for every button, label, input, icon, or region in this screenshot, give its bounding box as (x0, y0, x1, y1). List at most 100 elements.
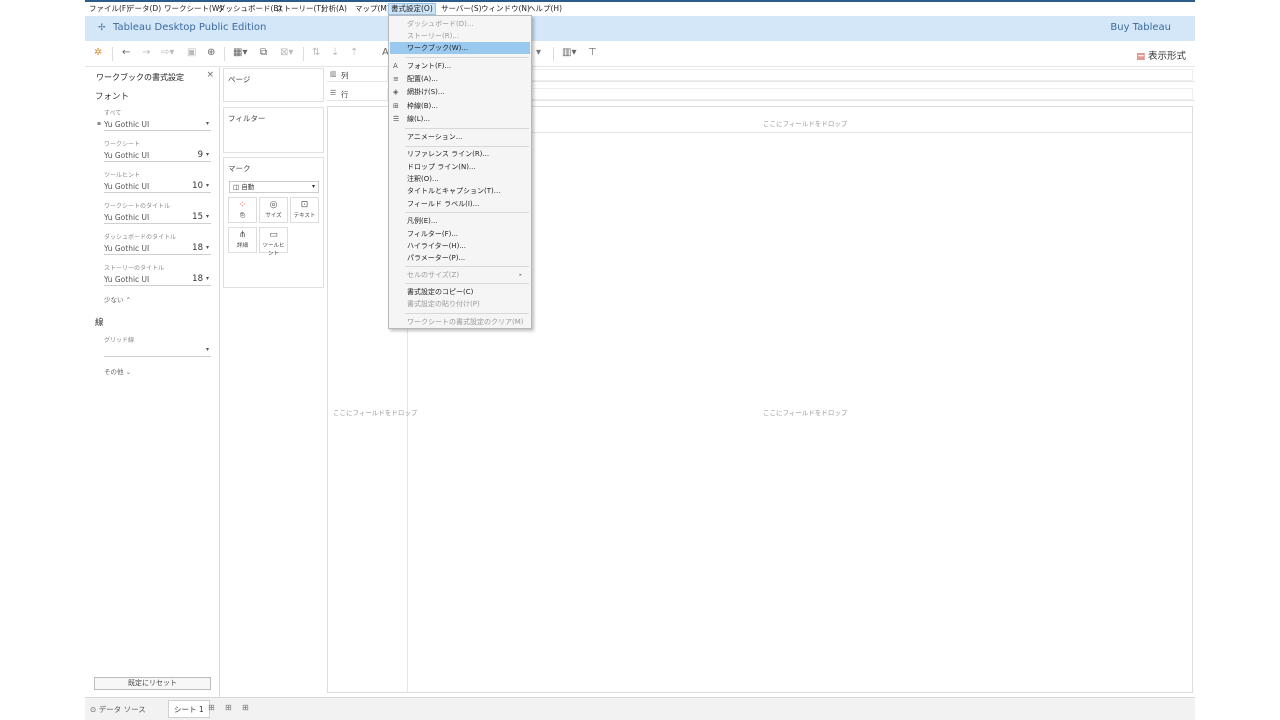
alignment-icon: ≡ (393, 75, 399, 83)
font-section-title: フォント (95, 92, 130, 102)
buy-tableau-link[interactable]: Buy Tableau (1110, 22, 1171, 33)
menu-item-parameters[interactable]: パラメーター(P)... (390, 252, 530, 264)
font-size-select[interactable]: 18 (192, 274, 203, 284)
font-family-select[interactable]: Yu Gothic UI (104, 213, 149, 222)
menu-data[interactable]: データ(D) (125, 3, 163, 15)
menu-server[interactable]: サーバー(S) (439, 3, 484, 15)
marks-card-title: マーク (228, 164, 251, 173)
font-size-select[interactable]: 18 (192, 243, 203, 253)
data-source-tab[interactable]: ⊙ データ ソース (90, 704, 146, 715)
presentation-mode-icon[interactable]: ⊤ (588, 47, 597, 58)
font-size-select[interactable]: 10 (192, 181, 203, 191)
tableau-home-icon[interactable]: ✲ (94, 47, 102, 58)
menu-item-highlighters[interactable]: ハイライター(H)... (390, 240, 530, 252)
menu-item-story[interactable]: ストーリー(R)... (390, 30, 530, 42)
menu-item-alignment[interactable]: ≡ 配置(A)... (390, 73, 530, 85)
pages-card[interactable]: ページ (223, 68, 324, 102)
bullet-icon: ▪ (97, 120, 102, 127)
menu-analysis[interactable]: 分析(A) (319, 3, 349, 15)
add-data-source-icon[interactable]: ⊕ (207, 47, 215, 58)
font-family-select[interactable]: Yu Gothic UI (104, 275, 149, 284)
menu-item-cell-size[interactable]: セルのサイズ(Z) ▸ (390, 269, 530, 281)
menu-item-borders-label: 枠線(B)... (407, 102, 438, 110)
tableau-logo-icon: ✢ (98, 23, 106, 33)
menu-worksheet[interactable]: ワークシート(W) (162, 3, 224, 15)
menu-item-workbook[interactable]: ワークブック(W)... (390, 42, 530, 54)
show-less-label: 少ない (104, 296, 124, 304)
menu-item-drop-lines[interactable]: ドロップ ライン(N)... (390, 161, 530, 173)
tooltip-button[interactable]: ▭ ツールヒント (259, 227, 288, 257)
filters-card[interactable]: フィルター (223, 107, 324, 153)
fit-dropdown-caret-icon[interactable]: ▾ (536, 47, 541, 58)
menu-item-annotations[interactable]: 注釈(O)... (390, 173, 530, 185)
new-worksheet-icon[interactable]: ▦▾ (233, 47, 247, 58)
replay-icon[interactable]: ⇨▾ (161, 47, 174, 58)
chevron-down-icon[interactable]: ▾ (206, 151, 209, 158)
lines-section-title: 線 (95, 318, 104, 328)
menu-item-lines[interactable]: ☰ 線(L)... (390, 113, 530, 125)
show-me-label: 表示形式 (1147, 51, 1186, 62)
chevron-down-icon[interactable]: ▾ (206, 182, 209, 189)
menu-item-shading[interactable]: ◈ 網掛け(S)... (390, 86, 530, 98)
chevron-down-icon[interactable]: ▾ (206, 346, 209, 353)
menu-help[interactable]: ヘルプ(H) (526, 3, 564, 15)
shading-icon: ◈ (393, 88, 399, 96)
font-family-select[interactable]: Yu Gothic UI (104, 182, 149, 191)
menu-item-copy-formatting[interactable]: 書式設定のコピー(C) (390, 286, 530, 298)
menu-item-animations[interactable]: アニメーション... (390, 131, 530, 143)
font-family-select[interactable]: Yu Gothic UI (104, 120, 149, 129)
font-group-label: すべて (104, 110, 122, 117)
menu-item-reference-lines[interactable]: リファレンス ライン(R)... (390, 148, 530, 160)
chevron-down-icon: ▾ (311, 183, 315, 190)
other-toggle[interactable]: その他 ⌄ (104, 366, 131, 376)
menu-item-borders[interactable]: ⊞ 枠線(B)... (390, 100, 530, 112)
swap-rows-columns-icon[interactable]: ⇅ (312, 47, 320, 58)
close-icon[interactable]: × (206, 70, 214, 80)
chevron-down-icon[interactable]: ▾ (206, 213, 209, 220)
new-story-icon[interactable]: ⊞ (242, 703, 249, 712)
save-icon[interactable]: ▣ (187, 47, 196, 58)
clear-sheet-icon[interactable]: ⊠▾ (280, 47, 293, 58)
mark-type-select[interactable]: ◫ 自動 ▾ (229, 181, 319, 193)
chevron-down-icon[interactable]: ▾ (206, 120, 209, 127)
menu-item-paste-formatting[interactable]: 書式設定の貼り付け(P) (390, 298, 530, 310)
chevron-down-icon[interactable]: ▾ (206, 275, 209, 282)
menu-separator (405, 313, 529, 314)
undo-icon[interactable]: ← (122, 47, 130, 58)
menu-item-filters[interactable]: フィルター(F)... (390, 228, 530, 240)
text-button[interactable]: ⊡ テキスト (290, 197, 319, 223)
sort-descending-icon[interactable]: ⇡ (350, 47, 358, 58)
field-underline (104, 161, 211, 162)
font-group-label: ツールヒント (104, 172, 141, 179)
menu-item-titles-captions[interactable]: タイトルとキャプション(T)... (390, 185, 530, 197)
show-hide-cards-icon[interactable]: ▥▾ (562, 47, 576, 58)
sort-ascending-icon[interactable]: ⇣ (331, 47, 339, 58)
menu-map[interactable]: マップ(M) (353, 3, 392, 15)
reset-to-default-button[interactable]: 既定にリセット (94, 677, 211, 690)
new-dashboard-icon[interactable]: ⊞ (225, 703, 232, 712)
color-button[interactable]: ⁘ 色 (228, 197, 257, 223)
font-family-select[interactable]: Yu Gothic UI (104, 244, 149, 253)
font-size-select[interactable]: 9 (198, 150, 203, 160)
redo-icon[interactable]: → (142, 47, 150, 58)
toolbar: ✲ ← → ⇨▾ ▣ ⊕ ▦▾ ⧉ ⊠▾ ⇅ ⇣ ⇡ A ▾ ▥▾ ⊤ ▤ 表示… (85, 41, 1195, 67)
menu-format[interactable]: 書式設定(O) (388, 3, 436, 15)
detail-button[interactable]: ⋔ 詳細 (228, 227, 257, 253)
grid-lines-select[interactable] (104, 356, 211, 357)
show-me-button[interactable]: ▤ 表示形式 (1136, 48, 1186, 62)
duplicate-sheet-icon[interactable]: ⧉ (260, 47, 267, 58)
sheet-tab[interactable]: シート 1 (168, 700, 210, 718)
new-worksheet-icon[interactable]: ⊞ (208, 703, 215, 712)
menu-item-clear-worksheet-formatting[interactable]: ワークシートの書式設定のクリア(M) (390, 316, 530, 328)
show-less-toggle[interactable]: 少ない ⌃ (104, 294, 131, 304)
font-size-select[interactable]: 15 (192, 212, 203, 222)
menu-item-dashboard[interactable]: ダッシュボード(D)... (390, 18, 530, 30)
menu-window[interactable]: ウィンドウ(N) (479, 3, 532, 15)
chevron-down-icon[interactable]: ▾ (206, 244, 209, 251)
text-label: テキスト (293, 213, 316, 219)
menu-item-font[interactable]: A フォント(F)... (390, 60, 530, 72)
menu-item-field-labels[interactable]: フィールド ラベル(I)... (390, 198, 530, 210)
menu-item-legends[interactable]: 凡例(E)... (390, 215, 530, 227)
font-family-select[interactable]: Yu Gothic UI (104, 151, 149, 160)
size-button[interactable]: ◎ サイズ (259, 197, 288, 223)
